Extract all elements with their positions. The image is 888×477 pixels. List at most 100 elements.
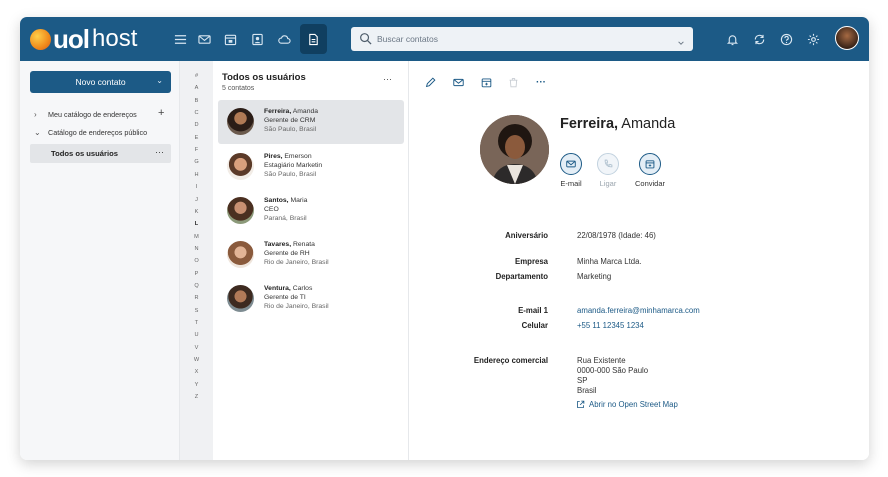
phone-icon <box>604 159 613 168</box>
chevron-down-icon[interactable]: ⌄ <box>34 128 48 137</box>
edit-icon[interactable] <box>422 74 438 90</box>
contact-count: 5 contatos <box>222 85 255 92</box>
sidebar-item-public-address-book[interactable]: ⌄ Catálogo de endereços público <box>34 128 147 137</box>
bell-icon[interactable] <box>722 29 742 49</box>
sidebar-item-label: Catálogo de endereços público <box>48 128 148 137</box>
contact-avatar <box>227 153 254 180</box>
cloud-icon[interactable] <box>274 29 294 49</box>
alphabet-letter[interactable]: B <box>180 98 213 104</box>
alphabet-letter[interactable]: G <box>180 159 213 165</box>
alphabet-index: # A B C D E F G H I J K L M N O P Q R S T U V W X Y Z <box>180 61 213 460</box>
alphabet-letter[interactable]: J <box>180 197 213 203</box>
birthday-label: Aniversário <box>505 231 548 240</box>
contact-avatar <box>227 108 254 135</box>
chevron-down-icon[interactable]: ⌄ <box>156 76 163 85</box>
alphabet-letter[interactable]: T <box>180 320 213 326</box>
alphabet-letter[interactable]: U <box>180 332 213 338</box>
add-address-book-icon[interactable]: + <box>158 107 164 119</box>
alphabet-letter[interactable]: V <box>180 345 213 351</box>
alphabet-letter[interactable]: A <box>180 85 213 91</box>
list-menu-icon[interactable]: ··· <box>383 74 392 84</box>
mail-icon[interactable] <box>450 74 466 90</box>
alphabet-letter[interactable]: E <box>180 135 213 141</box>
sidebar-item-label: Todos os usuários <box>51 149 118 158</box>
list-title: Todos os usuários <box>222 72 306 83</box>
call-action-button[interactable] <box>597 153 619 175</box>
alphabet-letter[interactable]: Y <box>180 382 213 388</box>
contact-row[interactable]: Santos, Maria CEO Paraná, Brasil <box>218 189 404 233</box>
menu-icon[interactable] <box>170 29 190 49</box>
alphabet-letter[interactable]: Q <box>180 283 213 289</box>
sidebar-item-all-users[interactable]: Todos os usuários ··· <box>30 144 171 163</box>
open-street-map-link[interactable]: Abrir no Open Street Map <box>576 400 678 409</box>
search-icon <box>359 32 372 50</box>
company-label: Empresa <box>515 257 548 266</box>
sidebar-item-label: Meu catálogo de endereços <box>48 110 137 119</box>
alphabet-letter[interactable]: M <box>180 234 213 240</box>
contact-info: Tavares, Renata Gerente de RH Rio de Jan… <box>264 241 329 267</box>
search-box[interactable] <box>351 27 693 51</box>
contact-row[interactable]: Pires, Emerson Estagiário Marketin São P… <box>218 145 404 189</box>
contact-role: Gerente de RH <box>264 249 310 257</box>
mobile-link[interactable]: +55 11 12345 1234 <box>577 321 644 331</box>
address-line-3: SP <box>577 376 588 385</box>
email-action-button[interactable] <box>560 153 582 175</box>
alphabet-letter[interactable]: S <box>180 308 213 314</box>
trash-icon[interactable] <box>505 74 521 90</box>
user-avatar[interactable] <box>835 26 859 50</box>
documents-icon[interactable] <box>303 29 323 49</box>
settings-icon[interactable] <box>803 29 823 49</box>
new-contact-label: Novo contato <box>75 77 126 87</box>
contact-row[interactable]: Ventura, Carlos Gerente de TI Rio de Jan… <box>218 277 404 321</box>
department-label: Departamento <box>495 272 548 281</box>
invite-action-button[interactable] <box>639 153 661 175</box>
alphabet-letter[interactable]: N <box>180 246 213 252</box>
contact-row[interactable]: Tavares, Renata Gerente de RH Rio de Jan… <box>218 233 404 277</box>
search-input[interactable] <box>377 27 667 51</box>
contact-location: São Paulo, Brasil <box>264 170 317 178</box>
contact-row[interactable]: Ferreira, Amanda Gerente de CRM São Paul… <box>218 100 404 144</box>
contact-role: Estagiário Marketin <box>264 161 323 169</box>
alphabet-letter[interactable]: L <box>180 221 213 227</box>
help-icon[interactable] <box>776 29 796 49</box>
calendar-icon[interactable] <box>220 29 240 49</box>
alphabet-letter[interactable]: W <box>180 357 213 363</box>
alphabet-letter[interactable]: K <box>180 209 213 215</box>
contacts-icon[interactable] <box>247 29 267 49</box>
contact-surname: Ventura, <box>264 285 291 292</box>
alphabet-letter[interactable]: H <box>180 172 213 178</box>
top-bar: uol host <box>20 17 869 61</box>
contact-role: Gerente de TI <box>264 293 306 301</box>
calendar-invite-icon[interactable] <box>478 74 494 90</box>
mail-icon[interactable] <box>194 29 214 49</box>
uolhost-logo[interactable]: uol host <box>30 26 137 52</box>
logo-text-bold: uol <box>53 24 90 54</box>
contact-surname: Pires, <box>264 153 283 160</box>
alphabet-letter[interactable]: # <box>180 73 213 79</box>
alphabet-letter[interactable]: I <box>180 184 213 190</box>
alphabet-letter[interactable]: R <box>180 295 213 301</box>
contact-location: Rio de Janeiro, Brasil <box>264 258 329 266</box>
new-contact-button[interactable]: Novo contato ⌄ <box>30 71 171 93</box>
address-label: Endereço comercial <box>473 356 548 365</box>
alphabet-letter[interactable]: C <box>180 110 213 116</box>
alphabet-letter[interactable]: X <box>180 369 213 375</box>
email-link[interactable]: amanda.ferreira@minhamarca.com <box>577 306 700 316</box>
more-options-icon[interactable]: ··· <box>155 147 164 157</box>
contact-avatar <box>227 285 254 312</box>
sync-icon[interactable] <box>749 29 769 49</box>
alphabet-letter[interactable]: Z <box>180 394 213 400</box>
alphabet-letter[interactable]: F <box>180 147 213 153</box>
contact-avatar <box>227 241 254 268</box>
app-window: uol host Buscar contatos Novo contato ⌄ … <box>20 17 869 460</box>
contact-given-name: Carlos <box>290 285 313 292</box>
alphabet-letter[interactable]: O <box>180 258 213 264</box>
alphabet-letter[interactable]: P <box>180 271 213 277</box>
chevron-down-icon[interactable] <box>677 34 685 52</box>
alphabet-letter[interactable]: D <box>180 122 213 128</box>
department-value: Marketing <box>577 272 612 281</box>
contact-list: Todos os usuários 5 contatos ··· Ferreir… <box>213 61 409 460</box>
more-options-icon[interactable]: ··· <box>533 74 549 90</box>
chevron-right-icon[interactable]: › <box>34 110 48 119</box>
sidebar-item-my-address-book[interactable]: › Meu catálogo de endereços <box>34 110 137 119</box>
